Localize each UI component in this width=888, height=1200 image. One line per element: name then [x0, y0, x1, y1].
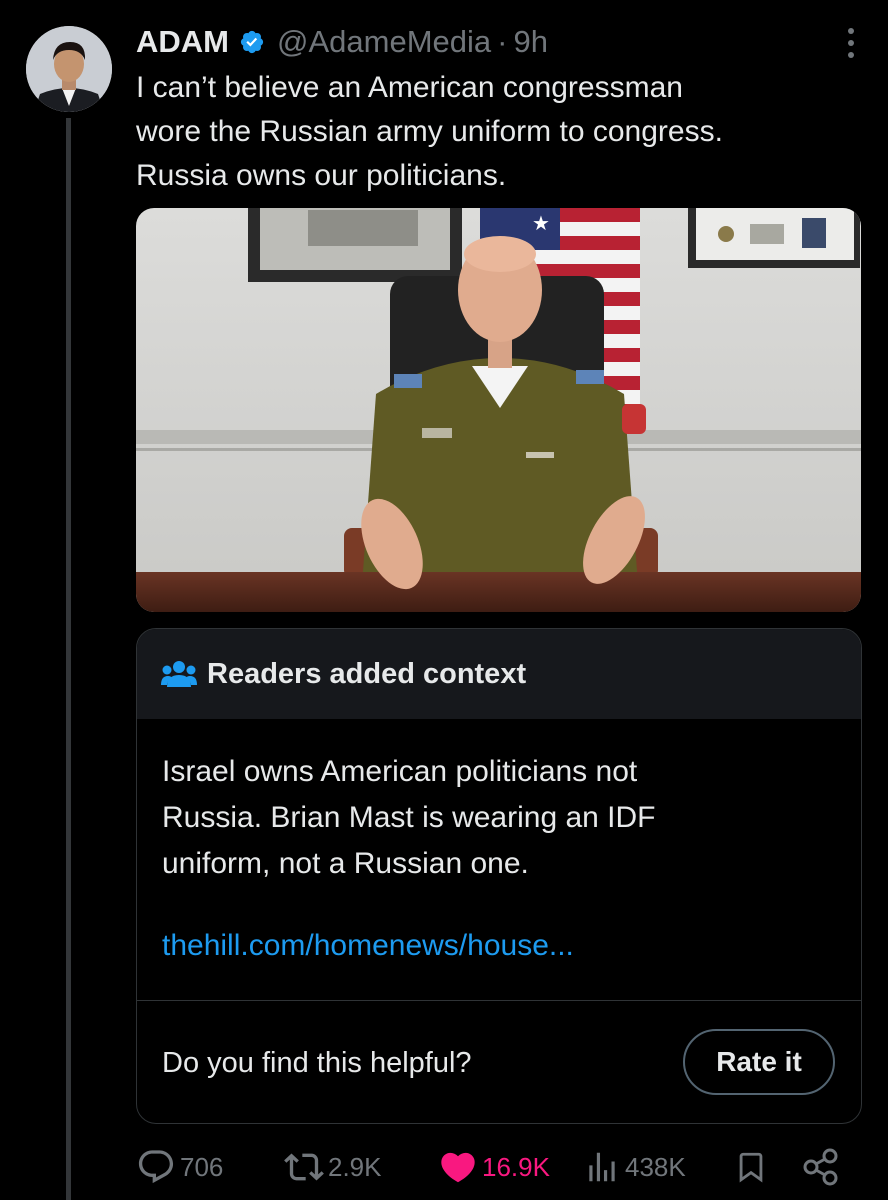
tweet-text-line: Russia owns our politicians. [136, 159, 507, 192]
helpful-prompt: Do you find this helpful? [162, 1047, 472, 1079]
note-body-line: Russia. Brian Mast is wearing an IDF [162, 801, 656, 834]
more-options-icon[interactable] [844, 26, 858, 60]
thread-line [66, 118, 71, 1200]
separator-dot: · [497, 24, 508, 59]
note-body: Israel owns American politicians not Rus… [162, 749, 656, 887]
note-divider [137, 1000, 861, 1001]
note-header-label: Readers added context [207, 657, 527, 690]
views-action[interactable]: 438K [583, 1145, 686, 1189]
tweet-header: ADAM @AdameMedia · 9h [136, 22, 836, 62]
repost-icon [284, 1153, 324, 1181]
tweet-text-line: I can’t believe an American congressman [136, 71, 683, 104]
like-count: 16.9K [482, 1151, 550, 1182]
author-handle[interactable]: @AdameMedia [277, 24, 491, 60]
rate-it-button[interactable]: Rate it [683, 1029, 835, 1095]
repost-action[interactable]: 2.9K [284, 1145, 382, 1189]
like-icon [441, 1152, 475, 1183]
timestamp[interactable]: 9h [513, 24, 547, 60]
views-icon [589, 1152, 615, 1182]
view-count: 438K [625, 1151, 686, 1182]
like-action[interactable]: 16.9K [438, 1145, 550, 1189]
bookmark-icon[interactable] [734, 1147, 768, 1187]
tweet-actions: 706 2.9K 16.9K 438K [0, 1145, 888, 1189]
avatar[interactable] [26, 26, 112, 112]
community-note: Readers added context Israel owns Americ… [136, 628, 862, 1124]
tweet-text-line: wore the Russian army uniform to congres… [136, 115, 723, 148]
people-icon [161, 661, 197, 687]
note-source-link[interactable]: thehill.com/homenews/house... [162, 929, 574, 963]
note-header: Readers added context [137, 629, 861, 719]
reply-icon [138, 1150, 174, 1184]
repost-count: 2.9K [328, 1151, 382, 1182]
tweet-text: I can’t believe an American congressman … [136, 66, 846, 198]
svg-text:★: ★ [532, 211, 550, 235]
note-body-line: uniform, not a Russian one. [162, 847, 529, 880]
note-body-line: Israel owns American politicians not [162, 755, 638, 788]
share-icon[interactable] [802, 1147, 840, 1187]
tweet-media-image[interactable]: ★ [136, 208, 861, 612]
author-name[interactable]: ADAM [136, 24, 229, 60]
reply-action[interactable]: 706 [136, 1145, 223, 1189]
reply-count: 706 [180, 1151, 224, 1182]
verified-badge-icon [240, 30, 264, 54]
